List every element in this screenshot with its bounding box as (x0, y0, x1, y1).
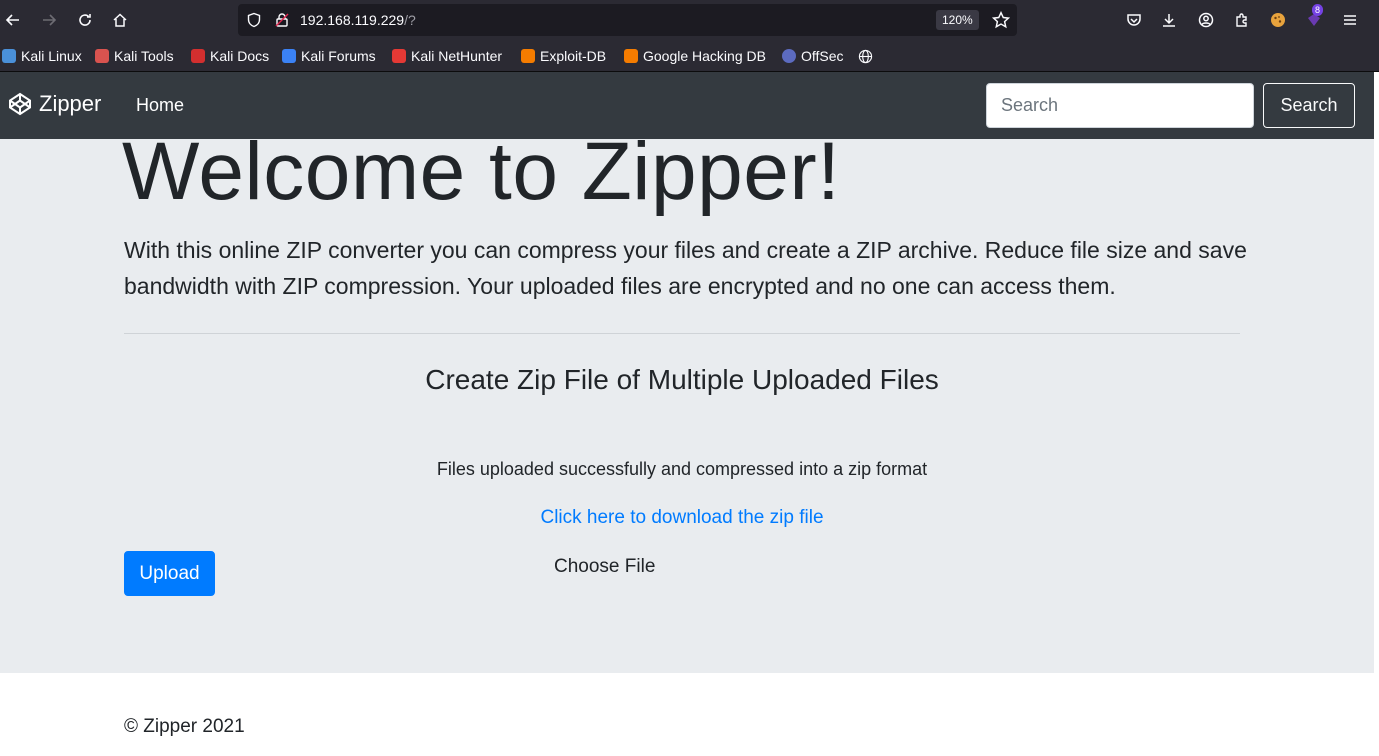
bookmark-label: Kali Tools (114, 48, 174, 64)
ghdb-icon (624, 49, 638, 63)
back-icon[interactable] (1, 8, 25, 32)
search-input[interactable] (986, 83, 1254, 128)
section-title: Create Zip File of Multiple Uploaded Fil… (425, 364, 939, 395)
exploit-db-icon (521, 49, 535, 63)
zoom-level[interactable]: 120% (936, 10, 979, 30)
brand-name: Zipper (39, 91, 102, 116)
codepen-logo-icon (9, 92, 31, 116)
nav-home-link[interactable]: Home (136, 95, 184, 116)
cookie-extension-icon[interactable] (1266, 8, 1290, 32)
downloads-icon[interactable] (1157, 8, 1181, 32)
choose-file-button[interactable]: Choose File (554, 556, 655, 578)
jumbotron: Welcome to Zipper! With this online ZIP … (0, 139, 1374, 673)
url-text[interactable]: 192.168.119.229/? (300, 12, 416, 28)
download-link-row: Click here to download the zip file (0, 507, 1364, 529)
url-path: /? (404, 12, 416, 28)
extensions-icon[interactable] (1230, 8, 1254, 32)
kali-dragon-icon (2, 49, 16, 63)
bookmark-label: OffSec (801, 48, 844, 64)
kali-docs-icon (191, 49, 205, 63)
menu-icon[interactable] (1338, 8, 1362, 32)
extension-badge-icon[interactable]: 8 (1302, 4, 1326, 32)
brand[interactable]: Zipper (8, 91, 101, 117)
search-button[interactable]: Search (1263, 83, 1355, 128)
bookmark-label: Google Hacking DB (643, 48, 766, 64)
globe-icon (858, 49, 873, 63)
bookmark-label: Kali NetHunter (411, 48, 503, 64)
divider (124, 333, 1240, 334)
bookmark-kali-tools[interactable]: Kali Tools (95, 48, 174, 64)
pocket-icon[interactable] (1122, 8, 1146, 32)
kali-tools-icon (95, 49, 109, 63)
home-icon[interactable] (108, 8, 132, 32)
bookmark-google-hacking-db[interactable]: Google Hacking DB (624, 48, 766, 64)
bookmark-label: Kali Docs (210, 48, 270, 64)
offsec-icon (782, 49, 796, 63)
bookmark-offsec[interactable]: OffSec (782, 48, 844, 64)
bookmark-star-icon[interactable] (992, 11, 1010, 29)
kali-forums-icon (282, 49, 296, 63)
site-navbar: Zipper Home Search (0, 72, 1374, 139)
upload-status-message: Files uploaded successfully and compress… (436, 459, 928, 479)
url-host: 192.168.119.229 (300, 12, 405, 28)
bookmark-label: Kali Forums (301, 48, 376, 64)
bookmark-label: Kali Linux (21, 48, 82, 64)
nethunter-icon (392, 49, 406, 63)
bookmark-kali-forums[interactable]: Kali Forums (282, 48, 376, 64)
bookmark-label: Exploit-DB (540, 48, 607, 64)
footer-copyright: © Zipper 2021 (124, 716, 245, 737)
bookmarks-bar: Kali Linux Kali Tools Kali Docs Kali For… (0, 40, 1379, 72)
forward-icon[interactable] (37, 8, 61, 32)
insecure-lock-icon[interactable] (274, 12, 290, 28)
tracking-shield-icon[interactable] (246, 12, 262, 28)
bookmark-kali-docs[interactable]: Kali Docs (191, 48, 269, 64)
bookmark-kali-linux[interactable]: Kali Linux (2, 48, 82, 64)
download-zip-link[interactable]: Click here to download the zip file (540, 507, 823, 528)
reload-icon[interactable] (73, 8, 97, 32)
lead-paragraph: With this online ZIP converter you can c… (124, 237, 1247, 299)
page-title: Welcome to Zipper! (122, 139, 841, 217)
bookmark-exploit-db[interactable]: Exploit-DB (521, 48, 606, 64)
bookmark-kali-nethunter[interactable]: Kali NetHunter (392, 48, 502, 64)
browser-toolbar: 192.168.119.229/? 120% 8 (0, 0, 1379, 40)
address-bar[interactable]: 192.168.119.229/? 120% (238, 4, 1017, 36)
page-scrollbar[interactable] (1374, 72, 1379, 756)
account-icon[interactable] (1194, 8, 1218, 32)
upload-button[interactable]: Upload (124, 551, 215, 596)
bookmark-globe[interactable] (858, 48, 873, 64)
extension-badge: 8 (1312, 4, 1324, 16)
